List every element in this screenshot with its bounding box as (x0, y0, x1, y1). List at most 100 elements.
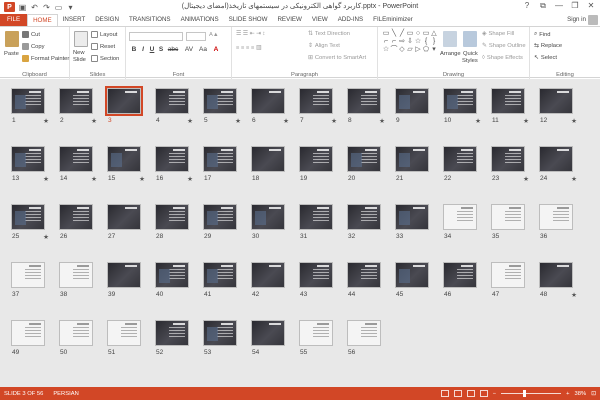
slide-thumbnail[interactable]: 3 (105, 86, 143, 124)
slide-thumbnail[interactable]: 5 ★ (203, 88, 241, 125)
new-slide-button[interactable]: New (73, 50, 85, 56)
shape-icon[interactable]: ☆ (382, 46, 390, 54)
font-size-input[interactable] (186, 32, 206, 41)
slide-thumbnail[interactable]: 54 (251, 320, 285, 356)
replace-button[interactable]: ⇆ Replace (534, 43, 562, 49)
slide-thumbnail[interactable]: 48 ★ (539, 262, 577, 299)
shape-icon[interactable]: ▭ (406, 30, 414, 38)
tab-review[interactable]: REVIEW (272, 14, 306, 26)
slide-thumbnail[interactable]: 33 (395, 204, 429, 240)
slide-thumbnail-image[interactable] (539, 204, 573, 230)
slide-thumbnail-image[interactable] (251, 146, 285, 172)
slide-thumbnail-image[interactable] (155, 320, 189, 346)
slide-thumbnail[interactable]: 35 (491, 204, 525, 240)
arrange-button[interactable]: Arrange (440, 51, 461, 57)
slide-thumbnail-image[interactable] (203, 146, 237, 172)
shape-icon[interactable]: ▱ (406, 46, 414, 54)
convert-smartart-button[interactable]: ⊞ Convert to SmartArt (308, 55, 366, 61)
shape-icon[interactable]: ⇨ (398, 38, 406, 46)
slide-thumbnail[interactable]: 45 (395, 262, 429, 298)
slide-thumbnail[interactable]: 9 (395, 88, 429, 124)
quick-styles-button[interactable]: Quick (463, 51, 478, 57)
slide-thumbnail-image[interactable] (105, 86, 143, 116)
slide-thumbnail-image[interactable] (347, 320, 381, 346)
shape-effects-button[interactable]: ◊ Shape Effects (482, 55, 523, 61)
slide-thumbnail[interactable]: 24 ★ (539, 146, 577, 183)
slide-thumbnail[interactable]: 40 (155, 262, 189, 298)
tab-design[interactable]: DESIGN (90, 14, 124, 26)
slide-thumbnail[interactable]: 26 (59, 204, 93, 240)
slide-thumbnail[interactable]: 47 (491, 262, 525, 298)
slide-thumbnail-image[interactable] (347, 262, 381, 288)
transition-star-icon[interactable]: ★ (139, 175, 145, 183)
slide-thumbnail[interactable]: 27 (107, 204, 141, 240)
slide-sorter-view-icon[interactable] (453, 390, 462, 397)
underline-button[interactable]: U (148, 46, 156, 53)
slide-thumbnail-image[interactable] (491, 146, 525, 172)
slide-thumbnail-image[interactable] (59, 204, 93, 230)
slide-thumbnail-image[interactable] (11, 146, 45, 172)
slide-thumbnail[interactable]: 31 (299, 204, 333, 240)
slide-thumbnail[interactable]: 4 ★ (155, 88, 193, 125)
shapes-gallery[interactable]: ▭ ╲ ╱ ▭ ○ ▭ △ ⌐ ⌐ ⇨ ⇩ ☆{} ☆ ⌒ ◇ ▱ ▷ ⬠ ▾ (382, 30, 438, 64)
format-painter-button[interactable]: Format Painter (22, 55, 69, 62)
slide-thumbnail[interactable]: 6 ★ (251, 88, 289, 125)
slide-thumbnail[interactable]: 21 (395, 146, 429, 182)
slide-thumbnail-image[interactable] (299, 320, 333, 346)
tab-slide-show[interactable]: SLIDE SHOW (224, 14, 273, 26)
slide-thumbnail[interactable]: 50 (59, 320, 93, 356)
slide-thumbnail[interactable]: 23 ★ (491, 146, 529, 183)
slide-thumbnail[interactable]: 32 (347, 204, 381, 240)
transition-star-icon[interactable]: ★ (571, 175, 577, 183)
shape-icon[interactable]: ⌐ (390, 38, 398, 46)
slide-thumbnail-image[interactable] (395, 146, 429, 172)
tab-insert[interactable]: INSERT (58, 14, 91, 26)
paste-button[interactable]: Paste (4, 51, 19, 57)
arrange-icon[interactable] (443, 31, 457, 47)
slide-thumbnail[interactable]: 51 (107, 320, 141, 356)
fit-slide-icon[interactable]: ⊡ (591, 391, 596, 397)
slide-thumbnail[interactable]: 46 (443, 262, 477, 298)
grow-font-icon[interactable]: A▲ (209, 32, 219, 38)
zoom-in-button[interactable]: + (566, 391, 569, 397)
slide-thumbnail-image[interactable] (299, 88, 333, 114)
slide-thumbnail-image[interactable] (59, 262, 93, 288)
shape-icon[interactable]: △ (430, 30, 438, 38)
maximize-button[interactable]: ❐ (568, 0, 582, 12)
find-button[interactable]: ⌕ Find (534, 31, 551, 38)
slide-thumbnail-image[interactable] (443, 204, 477, 230)
transition-star-icon[interactable]: ★ (379, 117, 385, 125)
slide-thumbnail-image[interactable] (251, 204, 285, 230)
slide-thumbnail[interactable]: 30 (251, 204, 285, 240)
transition-star-icon[interactable]: ★ (523, 175, 529, 183)
shape-outline-button[interactable]: ✎ Shape Outline (482, 43, 526, 49)
slide-thumbnail[interactable]: 49 (11, 320, 45, 356)
slide-thumbnail[interactable]: 42 (251, 262, 285, 298)
slide-thumbnail-image[interactable] (347, 204, 381, 230)
slide-thumbnail[interactable]: 41 (203, 262, 237, 298)
undo-icon[interactable]: ↶ (30, 3, 39, 12)
tab-file[interactable]: FILE (0, 14, 28, 26)
tab-home[interactable]: HOME (27, 14, 58, 26)
layout-button[interactable]: Layout (91, 31, 117, 38)
slide-thumbnail[interactable]: 14 ★ (59, 146, 97, 183)
language-indicator[interactable]: PERSIAN (53, 391, 78, 397)
slide-thumbnail[interactable]: 22 (443, 146, 477, 182)
slide-thumbnail[interactable]: 25 ★ (11, 204, 49, 241)
slide-thumbnail[interactable]: 10 ★ (443, 88, 481, 125)
slide-thumbnail[interactable]: 15 ★ (107, 146, 145, 183)
shape-icon[interactable]: ⌐ (382, 38, 390, 46)
transition-star-icon[interactable]: ★ (43, 117, 49, 125)
font-name-input[interactable] (129, 32, 183, 41)
slide-thumbnail-image[interactable] (203, 204, 237, 230)
slide-thumbnail[interactable]: 19 (299, 146, 333, 182)
shape-icon[interactable]: ☆ (414, 38, 422, 46)
slide-thumbnail-image[interactable] (11, 204, 45, 230)
ribbon-display-button[interactable]: ⧉ (536, 0, 550, 12)
bold-button[interactable]: B (130, 46, 138, 53)
paste-icon[interactable] (5, 31, 19, 47)
slide-thumbnail-image[interactable] (443, 146, 477, 172)
shape-icon[interactable]: ▭ (382, 30, 390, 38)
slide-thumbnail[interactable]: 53 (203, 320, 237, 356)
transition-star-icon[interactable]: ★ (475, 117, 481, 125)
